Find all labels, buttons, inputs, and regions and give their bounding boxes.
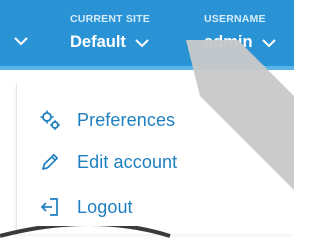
top-navigation-bar: CURRENT SITE Default USERNAME admin	[0, 0, 294, 70]
page-edge-shadow	[0, 226, 171, 238]
logout-icon	[39, 196, 61, 218]
username-selector[interactable]: USERNAME admin	[204, 12, 294, 52]
menu-item-label: Preferences	[77, 109, 176, 130]
menu-item-logout[interactable]: Logout	[17, 187, 294, 227]
menu-item-edit-account[interactable]: Edit account	[17, 142, 294, 182]
app-frame: CURRENT SITE Default USERNAME admin Pref…	[0, 0, 294, 246]
chevron-down-icon[interactable]	[14, 36, 28, 46]
username-value[interactable]: admin	[204, 32, 253, 52]
menu-item-preferences[interactable]: Preferences	[17, 100, 294, 140]
menu-item-label: Logout	[77, 196, 133, 217]
user-dropdown-menu: Preferences Edit account Logout	[16, 84, 294, 234]
current-site-value[interactable]: Default	[70, 32, 126, 52]
pencil-icon	[39, 151, 61, 173]
chevron-down-icon[interactable]	[261, 38, 276, 48]
menu-item-label: Edit account	[77, 151, 178, 172]
chevron-down-icon[interactable]	[135, 38, 149, 48]
active-indicator-line	[0, 66, 294, 70]
username-caption: USERNAME	[204, 13, 266, 25]
current-site-selector[interactable]: CURRENT SITE Default	[70, 12, 170, 52]
current-site-caption: CURRENT SITE	[70, 13, 150, 25]
gears-icon	[39, 109, 61, 131]
